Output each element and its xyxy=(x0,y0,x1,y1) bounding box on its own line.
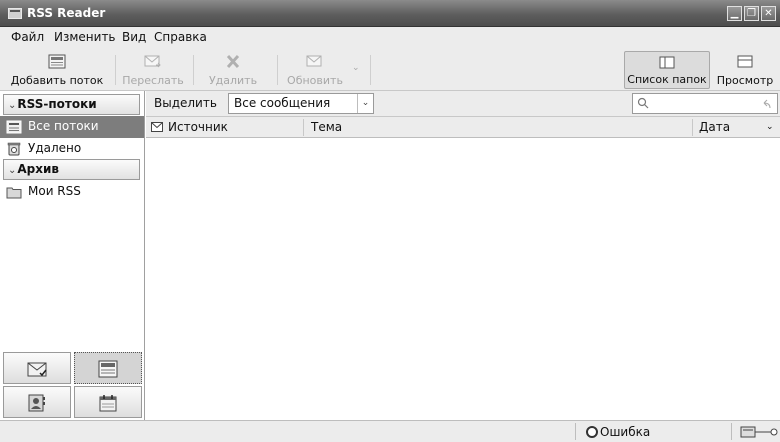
close-icon[interactable]: ✕ xyxy=(761,6,776,21)
delete-icon xyxy=(226,54,240,69)
rss-feeds-group-header[interactable]: ⌄RSS-потоки xyxy=(3,94,140,115)
folder-all-feeds[interactable]: Все потоки xyxy=(0,116,144,138)
app-icon xyxy=(8,8,22,19)
status-separator xyxy=(575,423,576,440)
delete-button[interactable]: Удалить xyxy=(198,51,268,89)
add-feed-button[interactable]: Добавить поток xyxy=(6,51,108,89)
archive-group-header[interactable]: ⌄Архив xyxy=(3,159,140,180)
folder-my-rss[interactable]: Мои RSS xyxy=(0,181,144,203)
chevron-down-icon[interactable]: ⌄ xyxy=(357,94,373,113)
minimize-icon[interactable]: ▁ xyxy=(727,6,742,21)
refresh-button[interactable]: Обновить xyxy=(283,51,347,89)
forward-mail-icon xyxy=(144,55,161,68)
news-icon xyxy=(98,360,118,378)
feeds-icon xyxy=(6,120,22,134)
filter-selected-value: Все сообщения xyxy=(234,96,331,110)
menu-bar: Файл Изменить Вид Справка xyxy=(0,27,780,49)
mail-check-icon xyxy=(27,362,47,377)
news-nav-button[interactable] xyxy=(74,352,142,384)
envelope-icon[interactable] xyxy=(151,122,163,132)
news-icon xyxy=(48,54,66,69)
toolbar: Добавить поток Переслать Удалить Обновит… xyxy=(0,49,780,91)
toolbar-separator xyxy=(115,55,116,85)
refresh-label: Обновить xyxy=(287,74,343,87)
connection-icon[interactable] xyxy=(740,425,778,439)
search-input[interactable] xyxy=(632,93,778,114)
forward-button[interactable]: Переслать xyxy=(120,51,186,89)
column-date[interactable]: Дата xyxy=(699,120,730,134)
folder-list-label: Список папок xyxy=(627,73,707,86)
calendar-nav-button[interactable] xyxy=(74,386,142,418)
folder-deleted[interactable]: Удалено xyxy=(0,138,144,160)
deleted-label: Удалено xyxy=(28,141,82,155)
chevron-down-icon[interactable]: ⌄ xyxy=(766,122,774,132)
filter-bar: Выделить Все сообщения ⌄ xyxy=(146,91,780,117)
my-rss-label: Мои RSS xyxy=(28,184,81,198)
calendar-icon xyxy=(99,395,117,412)
title-bar: RSS Reader ▁ ❐ ✕ xyxy=(0,0,780,27)
mail-nav-button[interactable] xyxy=(3,352,71,384)
maximize-icon[interactable]: ❐ xyxy=(744,6,759,21)
navigation-buttons xyxy=(3,352,142,418)
refresh-mail-icon xyxy=(306,55,322,67)
column-separator[interactable] xyxy=(303,119,304,136)
view-label: Просмотр xyxy=(716,74,774,87)
folder-icon xyxy=(6,187,22,199)
folder-pane-icon xyxy=(659,56,675,69)
trash-icon xyxy=(7,142,21,156)
message-filter-select[interactable]: Все сообщения ⌄ xyxy=(228,93,374,114)
all-feeds-label: Все потоки xyxy=(28,119,99,133)
contacts-nav-button[interactable] xyxy=(3,386,71,418)
preview-pane-icon xyxy=(737,55,753,68)
view-button[interactable]: Просмотр xyxy=(712,51,778,89)
chevron-down-icon: ⌄ xyxy=(8,165,17,176)
chevron-down-icon: ⌄ xyxy=(8,100,17,111)
toolbar-separator xyxy=(370,55,371,85)
contacts-icon xyxy=(28,394,45,412)
column-separator[interactable] xyxy=(692,119,693,136)
forward-label: Переслать xyxy=(122,74,184,87)
search-icon xyxy=(637,97,649,109)
toolbar-separator xyxy=(193,55,194,85)
status-bar: Ошибка xyxy=(0,420,780,442)
menu-file[interactable]: Файл xyxy=(11,30,44,44)
add-feed-label: Добавить поток xyxy=(10,74,104,87)
clear-search-icon[interactable] xyxy=(762,99,772,109)
message-list-header: Источник Тема Дата ⌄ xyxy=(146,117,780,138)
column-source[interactable]: Источник xyxy=(168,120,228,134)
menu-help[interactable]: Справка xyxy=(154,30,207,44)
status-text: Ошибка xyxy=(600,425,651,439)
chevron-down-icon[interactable]: ⌄ xyxy=(352,63,360,73)
error-icon xyxy=(586,426,598,438)
archive-group-label: Архив xyxy=(17,162,60,176)
menu-view[interactable]: Вид xyxy=(122,30,146,44)
toolbar-separator xyxy=(277,55,278,85)
delete-label: Удалить xyxy=(208,74,258,87)
rss-feeds-group-label: RSS-потоки xyxy=(17,97,97,111)
column-subject[interactable]: Тема xyxy=(311,120,342,134)
window-title: RSS Reader xyxy=(27,6,106,20)
message-list[interactable] xyxy=(146,138,780,420)
folder-list-button[interactable]: Список папок xyxy=(624,51,710,89)
filter-label: Выделить xyxy=(154,96,217,110)
status-separator xyxy=(731,423,732,440)
menu-edit[interactable]: Изменить xyxy=(54,30,116,44)
